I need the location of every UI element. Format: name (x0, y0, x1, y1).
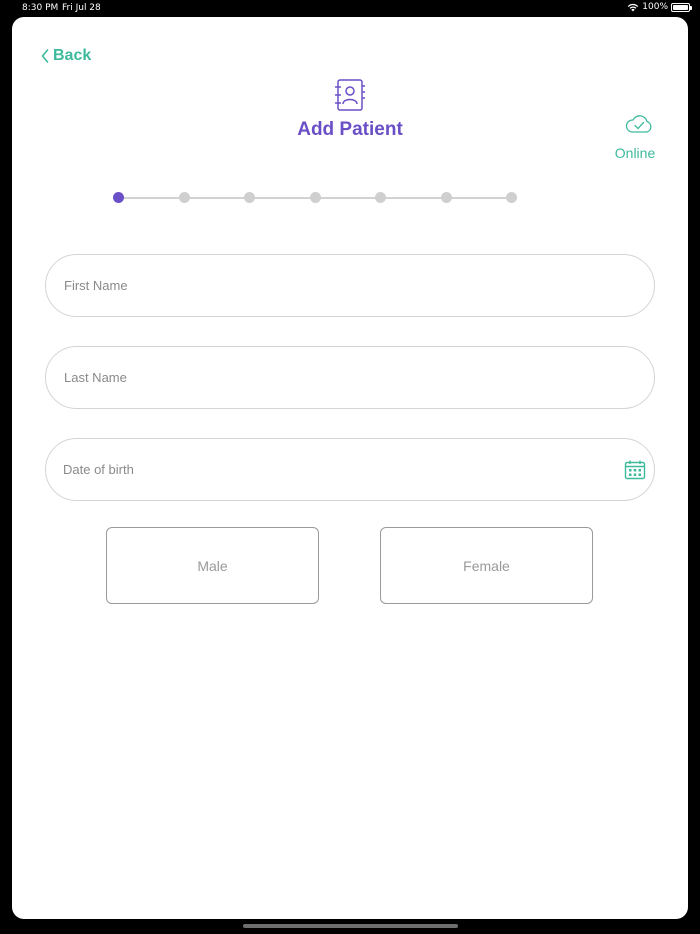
step-dot-6 (441, 192, 452, 203)
step-dot-5 (375, 192, 386, 203)
male-label: Male (197, 557, 228, 574)
last-name-field[interactable]: Last Name (45, 346, 655, 409)
calendar-icon[interactable] (624, 460, 646, 480)
step-dot-4 (310, 192, 321, 203)
status-date: Fri Jul 28 (62, 3, 101, 13)
status-time: 8:30 PM (22, 3, 59, 13)
chevron-left-icon (41, 49, 49, 63)
status-indicators: 100% (627, 2, 692, 12)
female-button[interactable]: Female (380, 527, 593, 604)
battery-icon (671, 2, 692, 12)
connection-status: Online (614, 145, 656, 161)
step-dot-1 (113, 192, 124, 203)
date-of-birth-placeholder: Date of birth (63, 462, 134, 477)
battery-percentage: 100% (642, 2, 668, 12)
step-dot-3 (244, 192, 255, 203)
status-bar: 8:30 PM Fri Jul 28 100% (0, 0, 700, 16)
contact-book-icon (335, 79, 365, 111)
back-button[interactable]: Back (41, 47, 91, 65)
step-dot-2 (179, 192, 190, 203)
first-name-field[interactable]: First Name (45, 254, 655, 317)
battery-fill (673, 4, 688, 10)
last-name-placeholder: Last Name (64, 370, 127, 385)
progress-stepper (113, 192, 523, 204)
add-patient-sheet: Back Add Patient Online First Name Last … (12, 17, 688, 919)
page-title: Add Patient (297, 119, 403, 140)
back-label: Back (53, 47, 92, 64)
female-label: Female (463, 557, 510, 574)
step-dot-7 (506, 192, 517, 203)
home-indicator[interactable] (243, 924, 458, 928)
first-name-placeholder: First Name (64, 278, 128, 293)
wifi-icon (628, 3, 639, 12)
date-of-birth-field[interactable]: Date of birth (45, 438, 655, 501)
cloud-check-icon (625, 115, 652, 133)
male-button[interactable]: Male (106, 527, 319, 604)
